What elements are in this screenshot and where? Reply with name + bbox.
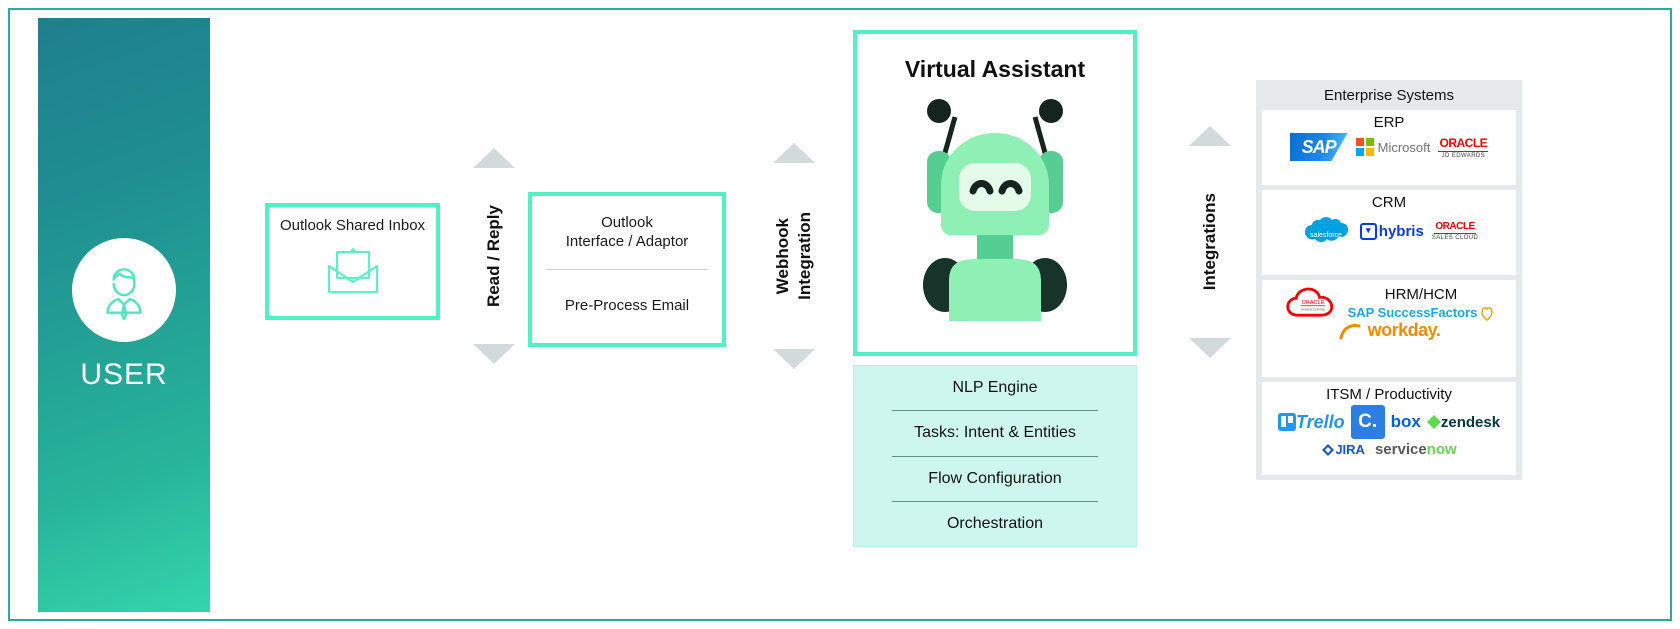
oracle-label: ORACLE	[1439, 135, 1488, 150]
sap-successfactors-logo: SAP SuccessFactors	[1347, 305, 1478, 320]
logo-row-erp: SAP Microsoft ORACLE JD EDWARDS	[1289, 133, 1489, 161]
read-reply-label-wrap: Read / Reply	[484, 168, 504, 344]
adaptor-title: Outlook Interface / Adaptor	[565, 213, 689, 250]
sap-logo: SAP	[1289, 133, 1348, 161]
workday-arc-icon	[1339, 323, 1361, 339]
trello-label: Trello	[1295, 411, 1345, 432]
svg-text:HUMAN CAPITAL: HUMAN CAPITAL	[1301, 307, 1325, 311]
trello-logo: Trello	[1277, 411, 1345, 433]
enterprise-card-crm[interactable]: CRM salesforce ▾ hybris ORACLE SALES CLO…	[1262, 190, 1516, 275]
robot-icon	[857, 89, 1133, 321]
integrations-label-wrap: Integrations	[1200, 146, 1220, 338]
nlp-row-3: Orchestration	[946, 514, 1044, 532]
triangle-down-icon	[773, 349, 815, 369]
oracle-salescloud-logo: ORACLE SALES CLOUD	[1432, 221, 1478, 241]
outlook-shared-inbox-title: Outlook Shared Inbox	[279, 217, 426, 234]
nlp-row-2: Flow Configuration	[928, 469, 1062, 487]
triangle-up-icon	[473, 148, 515, 168]
microsoft-label: Microsoft	[1377, 139, 1431, 155]
webhook-arrow-column: Webhook Integration	[752, 143, 836, 369]
oracle-rule	[1434, 233, 1476, 234]
salesforce-cloud-icon: salesforce	[1304, 217, 1348, 242]
microsoft-logo: Microsoft	[1355, 138, 1431, 156]
hybris-mark-icon: ▾	[1359, 222, 1377, 240]
triangle-down-icon	[473, 344, 515, 364]
enterprise-card-title: ITSM / Productivity	[1326, 386, 1452, 403]
outlook-adaptor-box[interactable]: Outlook Interface / Adaptor Pre-Process …	[528, 192, 726, 347]
enterprise-card-title: ERP	[1373, 114, 1405, 131]
svg-text:ORACLE: ORACLE	[1301, 300, 1324, 306]
nlp-row-1: Tasks: Intent & Entities	[914, 424, 1076, 442]
virtual-assistant-title: Virtual Assistant	[904, 56, 1086, 82]
oracle-rule	[1438, 150, 1489, 152]
servicenow-logo: service now	[1375, 441, 1457, 458]
enterprise-card-itsm[interactable]: ITSM / Productivity Trello C. box zendes…	[1262, 382, 1516, 475]
user-panel: USER	[38, 18, 210, 612]
zendesk-label: zendesk	[1440, 413, 1501, 431]
oracle-sublabel: SALES CLOUD	[1431, 235, 1479, 241]
webhook-label-line2: Integration	[795, 212, 814, 300]
triangle-up-icon	[773, 143, 815, 163]
enterprise-systems-panel: Enterprise Systems ERP SAP Microsoft ORA…	[1256, 80, 1522, 480]
outlook-shared-inbox-box[interactable]: Outlook Shared Inbox	[265, 203, 440, 320]
integrations-label: Integrations	[1200, 193, 1220, 291]
read-reply-label: Read / Reply	[484, 204, 504, 308]
enterprise-card-title: CRM	[1371, 194, 1407, 211]
nlp-engine-box[interactable]: NLP Engine Tasks: Intent & Entities Flow…	[853, 365, 1137, 547]
svg-text:salesforce: salesforce	[1310, 232, 1342, 239]
jira-logo: JIRA	[1321, 442, 1365, 457]
zendesk-mark-icon	[1426, 415, 1441, 429]
workday-logo: workday.	[1367, 320, 1441, 340]
zendesk-logo: zendesk	[1426, 413, 1501, 431]
servicenow-label-a: service	[1374, 441, 1427, 458]
logo-row-itsm-top: Trello C. box zendesk	[1277, 405, 1501, 439]
adaptor-title-row: Outlook Interface / Adaptor	[532, 196, 722, 269]
trello-board-icon	[1277, 413, 1296, 431]
logo-row-crm: salesforce ▾ hybris ORACLE SALES CLOUD	[1300, 213, 1478, 249]
oracle-cloud-icon: ORACLE HUMAN CAPITAL	[1285, 287, 1333, 317]
hybris-label: hybris	[1378, 222, 1424, 240]
avatar	[72, 238, 176, 342]
enterprise-card-erp[interactable]: ERP SAP Microsoft ORACLE JD EDWARDS	[1262, 110, 1516, 185]
diagram-canvas: USER Outlook Shared Inbox Read / Reply O…	[0, 0, 1680, 629]
c-square-logo: C.	[1350, 405, 1385, 439]
triangle-up-icon	[1189, 126, 1231, 146]
enterprise-card-title: HRM/HCM	[1384, 285, 1458, 303]
servicenow-label-b: now	[1426, 441, 1457, 458]
oracle-hcm-logo: ORACLE HUMAN CAPITAL	[1284, 284, 1342, 322]
oracle-jdedwards-logo: ORACLE JD EDWARDS	[1438, 135, 1489, 159]
oracle-label: ORACLE	[1435, 221, 1475, 232]
box-logo: box	[1390, 412, 1421, 431]
user-avatar-icon	[106, 268, 142, 321]
nlp-row-0: NLP Engine	[952, 379, 1038, 397]
read-reply-arrow-column: Read / Reply	[452, 148, 536, 364]
virtual-assistant-box[interactable]: Virtual Assistant	[853, 30, 1137, 356]
adaptor-subtitle-row: Pre-Process Email	[532, 270, 722, 343]
enterprise-systems-header: Enterprise Systems	[1323, 86, 1455, 104]
integrations-arrow-column: Integrations	[1168, 126, 1252, 358]
hybris-logo: ▾ hybris	[1359, 222, 1424, 240]
jira-mark-icon	[1322, 443, 1335, 456]
webhook-label-wrap: Webhook Integration	[773, 163, 814, 349]
triangle-down-icon	[1189, 338, 1231, 358]
webhook-label-line1: Webhook	[773, 217, 793, 295]
successfactors-mark-icon	[1481, 306, 1494, 321]
adaptor-subtitle: Pre-Process Email	[564, 297, 690, 315]
salesforce-logo: salesforce	[1300, 213, 1352, 249]
oracle-sublabel: JD EDWARDS	[1441, 152, 1486, 159]
envelope-icon	[269, 246, 436, 296]
enterprise-card-hrm[interactable]: ORACLE HUMAN CAPITAL HRM/HCM SAP Success…	[1262, 280, 1516, 377]
logo-row-itsm-bottom: JIRA service now	[1321, 441, 1457, 458]
microsoft-squares-icon	[1355, 138, 1374, 156]
jira-label: JIRA	[1335, 442, 1365, 457]
user-label: USER	[80, 358, 168, 391]
